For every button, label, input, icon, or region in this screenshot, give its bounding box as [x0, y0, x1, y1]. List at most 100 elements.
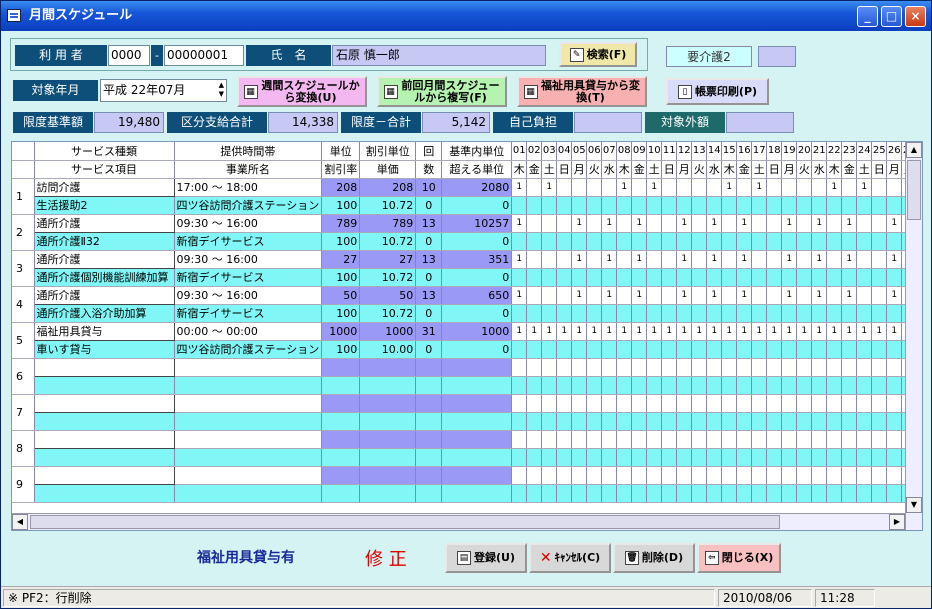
day-cell[interactable] [511, 412, 528, 431]
day-cell[interactable] [541, 466, 558, 485]
day-cell[interactable]: 1 [736, 322, 753, 341]
day-cell[interactable] [766, 430, 783, 449]
day-cell[interactable]: 1 [811, 322, 828, 341]
day-cell[interactable]: 1 [841, 286, 858, 305]
day-cell[interactable] [886, 232, 903, 251]
day-cell[interactable] [631, 394, 648, 413]
day-cell[interactable] [736, 304, 753, 323]
day-cell[interactable] [796, 412, 813, 431]
day-cell[interactable] [601, 412, 618, 431]
day-cell[interactable] [886, 340, 903, 359]
day-cell[interactable] [826, 268, 843, 287]
day-cell[interactable] [766, 250, 783, 269]
day-cell[interactable] [871, 304, 888, 323]
day-cell[interactable] [526, 376, 543, 395]
day-cell[interactable] [751, 484, 768, 503]
day-cell[interactable] [541, 340, 558, 359]
day-cell[interactable]: 1 [796, 322, 813, 341]
day-cell[interactable] [691, 232, 708, 251]
day-cell[interactable] [631, 358, 648, 377]
day-cell[interactable] [661, 232, 678, 251]
day-cell[interactable]: 1 [616, 178, 633, 197]
day-cell[interactable] [781, 340, 798, 359]
day-cell[interactable] [856, 484, 873, 503]
day-cell[interactable] [721, 358, 738, 377]
rate-cell[interactable]: 100 [321, 304, 361, 323]
unit-cell[interactable]: 789 [321, 214, 361, 233]
office-cell[interactable] [174, 448, 323, 467]
day-cell[interactable] [751, 448, 768, 467]
day-cell[interactable] [511, 196, 528, 215]
day-cell[interactable] [661, 178, 678, 197]
service-item-cell[interactable] [34, 376, 175, 395]
day-cell[interactable]: 1 [886, 322, 903, 341]
day-cell[interactable] [571, 304, 588, 323]
day-cell[interactable] [841, 412, 858, 431]
day-cell[interactable] [556, 394, 573, 413]
day-cell[interactable] [781, 484, 798, 503]
day-cell[interactable] [511, 394, 528, 413]
table-row-sub[interactable]: 車いす貸与 四ツ谷訪問介護ステーション 100 10.00 0 0 [12, 340, 918, 359]
day-cell[interactable] [706, 376, 723, 395]
day-cell[interactable] [616, 214, 633, 233]
day-cell[interactable] [586, 196, 603, 215]
day-cell[interactable] [571, 448, 588, 467]
unit-cell[interactable] [321, 466, 361, 485]
day-cell[interactable] [601, 484, 618, 503]
day-cell[interactable] [751, 214, 768, 233]
time-cell[interactable]: 09:30 ～ 16:00 [174, 286, 323, 305]
day-cell[interactable] [886, 358, 903, 377]
day-cell[interactable] [736, 484, 753, 503]
day-cell[interactable] [691, 340, 708, 359]
day-cell[interactable] [511, 376, 528, 395]
delete-button[interactable]: 🗑 削除(D) [613, 543, 695, 573]
day-cell[interactable] [526, 250, 543, 269]
day-cell[interactable] [841, 466, 858, 485]
day-cell[interactable] [811, 268, 828, 287]
day-cell[interactable] [616, 286, 633, 305]
time-cell[interactable] [174, 466, 323, 485]
day-cell[interactable] [646, 484, 663, 503]
day-cell[interactable] [601, 268, 618, 287]
day-cell[interactable] [871, 214, 888, 233]
day-cell[interactable] [601, 430, 618, 449]
day-cell[interactable] [691, 304, 708, 323]
day-cell[interactable] [871, 466, 888, 485]
time-cell[interactable] [174, 430, 323, 449]
service-item-cell[interactable]: 通所介護個別機能訓練加算 [34, 268, 175, 287]
day-cell[interactable] [556, 304, 573, 323]
day-cell[interactable] [586, 178, 603, 197]
day-cell[interactable] [616, 232, 633, 251]
day-cell[interactable] [691, 466, 708, 485]
day-cell[interactable]: 1 [826, 322, 843, 341]
day-cell[interactable] [616, 394, 633, 413]
day-cell[interactable]: 1 [571, 322, 588, 341]
day-cell[interactable]: 1 [511, 286, 528, 305]
day-cell[interactable] [766, 286, 783, 305]
day-cell[interactable] [796, 466, 813, 485]
prev-copy-button[interactable]: ▦ 前回月間スケジュールから複写(F) [377, 76, 507, 107]
day-cell[interactable] [796, 430, 813, 449]
day-cell[interactable] [646, 412, 663, 431]
service-item-cell[interactable] [34, 448, 175, 467]
day-cell[interactable] [691, 358, 708, 377]
day-cell[interactable] [571, 268, 588, 287]
day-cell[interactable] [811, 358, 828, 377]
day-cell[interactable] [796, 286, 813, 305]
scroll-up-icon[interactable]: ▲ [906, 142, 922, 158]
day-cell[interactable] [706, 448, 723, 467]
day-cell[interactable] [886, 448, 903, 467]
day-cell[interactable]: 1 [706, 214, 723, 233]
day-cell[interactable] [541, 304, 558, 323]
day-cell[interactable]: 1 [676, 250, 693, 269]
day-cell[interactable]: 1 [511, 178, 528, 197]
day-cell[interactable] [556, 376, 573, 395]
day-cell[interactable] [691, 376, 708, 395]
day-cell[interactable] [736, 232, 753, 251]
day-cell[interactable] [706, 304, 723, 323]
day-cell[interactable] [616, 448, 633, 467]
day-cell[interactable] [781, 466, 798, 485]
day-cell[interactable]: 1 [721, 178, 738, 197]
day-cell[interactable] [526, 394, 543, 413]
day-cell[interactable] [571, 412, 588, 431]
